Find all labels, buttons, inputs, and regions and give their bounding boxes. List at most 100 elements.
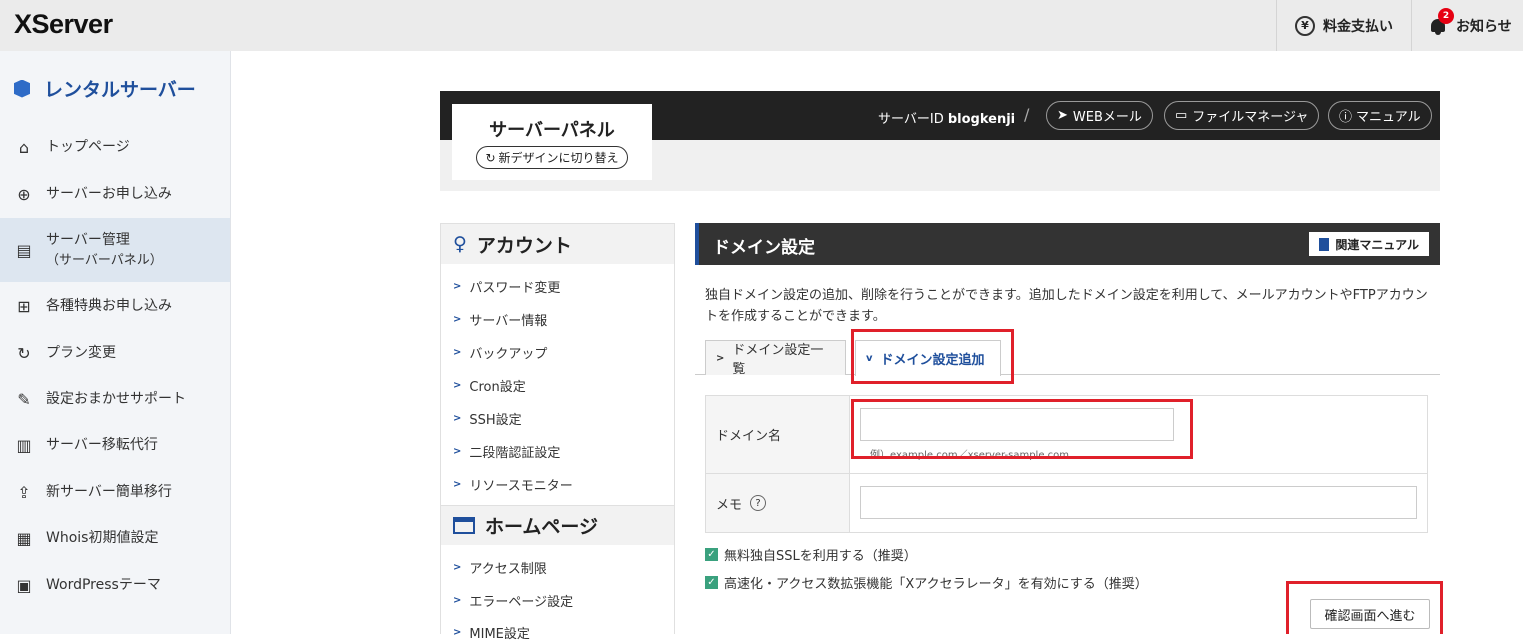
manual-label: マニュアル — [1356, 110, 1421, 125]
nav-item-cron[interactable]: > Cron設定 — [453, 376, 526, 395]
nav-item-label: アクセス制限 — [469, 562, 547, 577]
sidebar-title-label: レンタルサーバー — [44, 79, 196, 101]
checkbox-checked-icon: ✓ — [705, 576, 718, 589]
sidebar-item-sublabel: （サーバーパネル） — [46, 252, 163, 268]
top-bar: XServer ¥ 料金支払い 2 お知らせ — [0, 0, 1523, 51]
tab-label: ドメイン設定一覧 — [732, 343, 824, 377]
question-icon: ⓘ — [1339, 110, 1353, 125]
sidebar-item-server-application[interactable]: ⊕ サーバーお申し込み — [0, 182, 230, 206]
server-id-label: サーバーID — [878, 112, 944, 127]
document-icon: ▦ — [16, 528, 32, 548]
related-manual-label: 関連マニュアル — [1335, 237, 1419, 252]
sidebar: レンタルサーバー ⌂ トップページ ⊕ サーバーお申し込み ▤ サーバー管理 （… — [0, 51, 231, 634]
domain-label: ドメイン名 — [706, 396, 850, 473]
user-icon: ♀ — [453, 233, 467, 255]
sidebar-item-easy-migration[interactable]: ⇪ 新サーバー簡単移行 — [0, 480, 230, 504]
notifications-button[interactable]: 2 お知らせ — [1411, 0, 1523, 51]
cube-icon — [14, 79, 30, 98]
chevron-right-icon: > — [716, 352, 725, 364]
webmail-button[interactable]: ➤ WEBメール — [1046, 101, 1153, 130]
homepage-section-title: ホームページ — [485, 516, 599, 538]
nav-item-label: MIME設定 — [469, 627, 530, 642]
x-accelerator-label: 高速化・アクセス数拡張機能「Xアクセラレータ」を有効にする（推奨） — [724, 577, 1148, 592]
checkbox-checked-icon: ✓ — [705, 548, 718, 561]
notifications-label: お知らせ — [1456, 18, 1512, 35]
bell-icon: 2 — [1430, 7, 1454, 35]
nav-item-label: サーバー情報 — [469, 314, 548, 329]
sidebar-item-top-page[interactable]: ⌂ トップページ — [0, 135, 230, 159]
help-icon[interactable]: ? — [750, 495, 767, 511]
panel-title: サーバーパネル — [489, 120, 615, 141]
payment-label: 料金支払い — [1323, 18, 1393, 35]
nav-item-two-factor[interactable]: > 二段階認証設定 — [453, 442, 560, 461]
sidebar-item-benefits[interactable]: ⊞ 各種特典お申し込み — [0, 294, 230, 318]
nav-item-mime[interactable]: > MIME設定 — [453, 623, 530, 642]
sidebar-item-setup-support[interactable]: ✎ 設定おまかせサポート — [0, 387, 230, 411]
yen-icon: ¥ — [1295, 15, 1315, 36]
chevron-right-icon: > — [453, 314, 462, 325]
nav-item-server-info[interactable]: > サーバー情報 — [453, 310, 547, 329]
toolbar-separator: / — [1024, 105, 1030, 124]
sidebar-item-label: Whois初期値設定 — [46, 530, 159, 546]
chevron-right-icon: > — [453, 347, 462, 358]
book-icon — [1319, 237, 1330, 251]
nav-item-label: Cron設定 — [469, 380, 526, 395]
nav-item-backup[interactable]: > バックアップ — [453, 343, 547, 362]
nav-item-error-page[interactable]: > エラーページ設定 — [453, 591, 573, 610]
wrench-icon: ✎ — [17, 389, 31, 409]
sidebar-item-label: トップページ — [46, 139, 130, 155]
nav-item-label: エラーページ設定 — [469, 595, 574, 610]
sidebar-item-label: サーバー移転代行 — [46, 437, 158, 453]
nav-item-label: 二段階認証設定 — [469, 446, 561, 461]
sidebar-item-migration-service[interactable]: ▥ サーバー移転代行 — [0, 433, 230, 457]
sidebar-item-label: 新サーバー簡単移行 — [46, 484, 172, 500]
tab-domain-list[interactable]: > ドメイン設定一覧 — [705, 340, 846, 377]
memo-label: メモ — [716, 497, 743, 513]
file-manager-button[interactable]: ▭ ファイルマネージャ — [1164, 101, 1320, 130]
chevron-right-icon: > — [453, 562, 462, 573]
sidebar-item-whois[interactable]: ▦ Whois初期値設定 — [0, 526, 230, 550]
account-section-title: アカウント — [476, 234, 572, 257]
paper-plane-icon: ➤ — [1057, 108, 1068, 123]
nav-item-password-change[interactable]: > パスワード変更 — [453, 277, 560, 296]
nav-item-label: リソースモニター — [469, 479, 573, 494]
payment-button[interactable]: ¥ 料金支払い — [1276, 0, 1411, 51]
homepage-section-header: ホームページ — [441, 505, 674, 545]
sidebar-item-label: 各種特典お申し込み — [46, 298, 172, 314]
server-move-icon: ▥ — [16, 435, 32, 455]
nav-item-label: バックアップ — [469, 347, 548, 362]
webmail-label: WEBメール — [1072, 110, 1142, 125]
page-title: ドメイン設定 — [713, 238, 815, 258]
notification-count-badge: 2 — [1438, 7, 1454, 24]
highlight-confirm-annotation — [1286, 581, 1443, 634]
chevron-right-icon: > — [453, 380, 462, 391]
xserver-logo[interactable]: XServer — [14, 9, 113, 40]
nav-item-label: SSH設定 — [469, 413, 522, 428]
nav-item-access-restriction[interactable]: > アクセス制限 — [453, 558, 547, 577]
refresh-icon: ↻ — [17, 343, 31, 363]
chevron-right-icon: > — [453, 479, 462, 490]
new-design-toggle[interactable]: ↻ 新デザインに切り替え — [476, 146, 628, 169]
memo-input[interactable] — [860, 486, 1417, 519]
nav-item-resource-monitor[interactable]: > リソースモニター — [453, 475, 573, 494]
chevron-right-icon: > — [453, 413, 462, 424]
x-accelerator-checkbox[interactable]: ✓ 高速化・アクセス数拡張機能「Xアクセラレータ」を有効にする（推奨） — [705, 573, 1148, 592]
server-id: サーバーID blogkenji — [878, 108, 1015, 127]
manual-button[interactable]: ⓘ マニュアル — [1328, 101, 1432, 130]
related-manual-button[interactable]: 関連マニュアル — [1309, 232, 1429, 256]
memo-row: メモ ? — [706, 474, 1427, 532]
panel-title-card: サーバーパネル ↻ 新デザインに切り替え — [452, 104, 652, 180]
server-panel-header: サーバーID blogkenji / ➤ WEBメール ▭ ファイルマネージャ … — [440, 91, 1440, 191]
sidebar-item-label-group: サーバー管理 （サーバーパネル） — [46, 230, 163, 271]
free-ssl-checkbox[interactable]: ✓ 無料独自SSLを利用する（推奨） — [705, 545, 917, 564]
sidebar-item-plan-change[interactable]: ↻ プラン変更 — [0, 341, 230, 365]
free-ssl-label: 無料独自SSLを利用する（推奨） — [724, 549, 917, 564]
server-icon: ▤ — [16, 240, 32, 260]
nav-item-ssh[interactable]: > SSH設定 — [453, 409, 522, 428]
sidebar-item-wordpress-theme[interactable]: ▣ WordPressテーマ — [0, 573, 230, 597]
sidebar-item-label: サーバーお申し込み — [46, 186, 172, 202]
sidebar-item-label: サーバー管理 — [46, 231, 130, 248]
account-section-header: ♀ アカウント — [441, 224, 674, 264]
sidebar-item-server-management[interactable]: ▤ サーバー管理 （サーバーパネル） — [0, 218, 230, 282]
page-description: 独自ドメイン設定の追加、削除を行うことができます。追加したドメイン設定を利用して… — [705, 288, 1428, 324]
